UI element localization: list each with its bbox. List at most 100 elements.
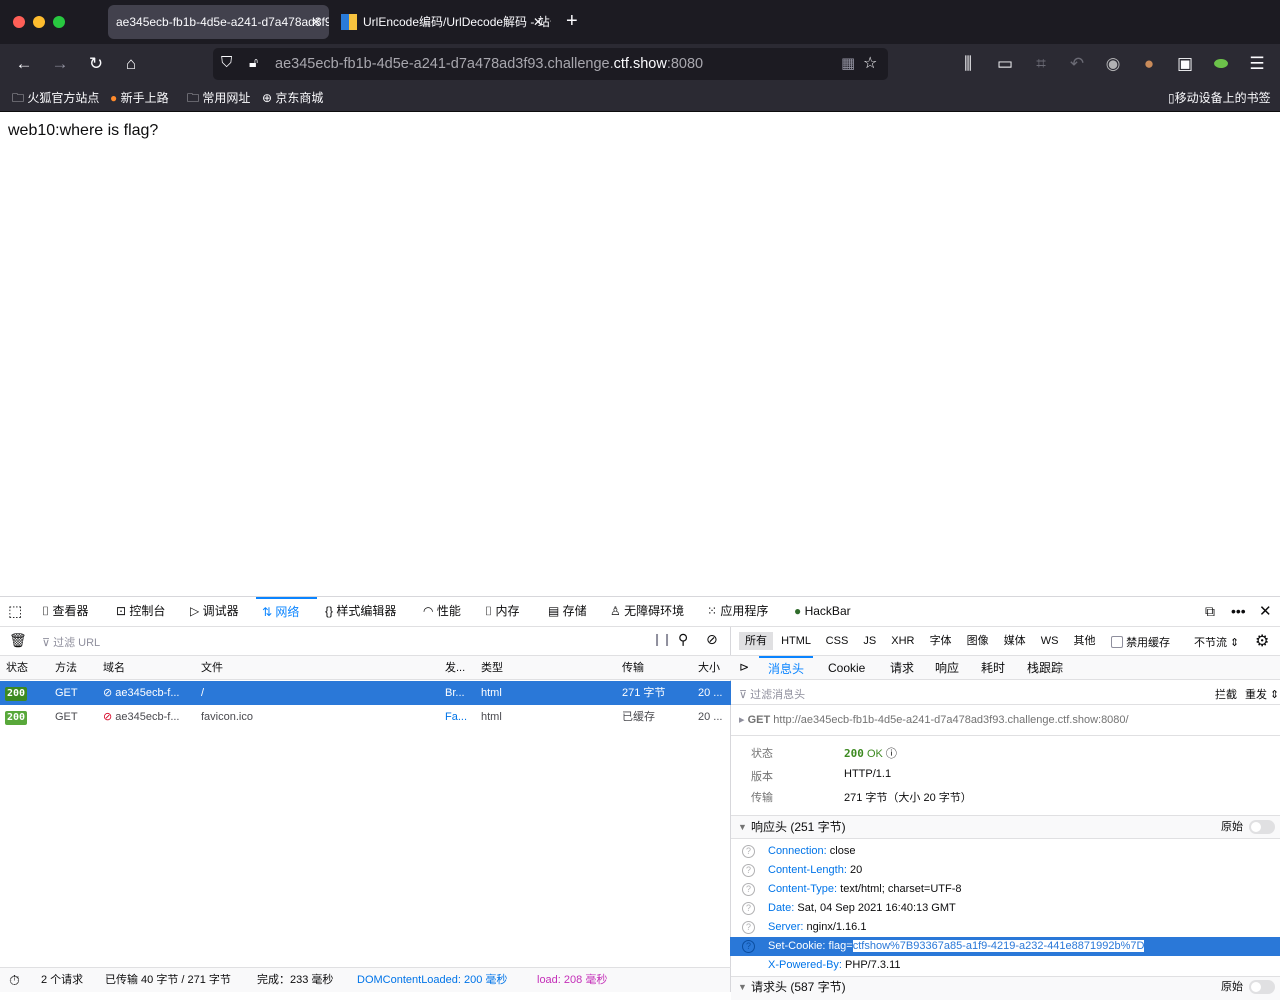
extension-circle-icon[interactable]: ◉ — [1101, 52, 1125, 76]
more-options-icon[interactable]: ••• — [1231, 597, 1246, 626]
col-file[interactable]: 文件 — [201, 656, 223, 680]
mobile-bookmarks[interactable]: ▯移动设备上的书签 — [1168, 84, 1271, 112]
throttle-select[interactable]: 不节流 ⇕ — [1194, 634, 1239, 650]
request-row[interactable]: 200 GET ⊘ ae345ecb-f... favicon.ico Fa..… — [0, 705, 731, 729]
filter-html[interactable]: HTML — [781, 635, 811, 647]
sidebar-icon[interactable]: ▭ — [993, 52, 1017, 76]
col-domain[interactable]: 域名 — [103, 656, 125, 680]
tab-performance[interactable]: ◠ 性能 — [423, 597, 461, 626]
close-tab-icon[interactable]: ✕ — [533, 5, 543, 39]
maximize-window-button[interactable] — [53, 16, 65, 28]
close-devtools-icon[interactable]: ✕ — [1259, 597, 1272, 626]
filter-media[interactable]: 媒体 — [1004, 635, 1026, 647]
bookmark-star-icon[interactable]: ☆ — [863, 53, 877, 73]
filter-ws[interactable]: WS — [1041, 635, 1059, 647]
filter-fonts[interactable]: 字体 — [930, 635, 952, 647]
cookie-icon[interactable]: ● — [1137, 52, 1161, 76]
tab-style-editor[interactable]: {} 样式编辑器 — [325, 597, 396, 626]
crop-icon[interactable]: ⌗ — [1029, 52, 1053, 76]
header-row[interactable]: ? Connection: close — [730, 842, 1280, 861]
filter-all[interactable]: 所有 — [739, 632, 773, 650]
reload-icon[interactable]: ↻ — [84, 52, 108, 76]
header-row[interactable]: ? Content-Type: text/html; charset=UTF-8 — [730, 880, 1280, 899]
col-method[interactable]: 方法 — [55, 656, 77, 680]
pause-icon[interactable]: ❙❙ — [652, 632, 672, 646]
disable-cache-checkbox[interactable]: 禁用缓存 — [1111, 634, 1170, 650]
header-row-set-cookie[interactable]: ? Set-Cookie: flag=ctfshow%7B93367a85-a1f… — [730, 937, 1280, 956]
request-line[interactable]: ▸ GET http://ae345ecb-fb1b-4d5e-a241-d7a… — [739, 713, 1129, 726]
stopwatch-icon[interactable]: ⏱︎ — [9, 968, 20, 993]
home-icon[interactable]: ⌂ — [119, 52, 143, 76]
browser-tab-active[interactable]: ae345ecb-fb1b-4d5e-a241-d7a478ad3f93.cha… — [108, 5, 329, 39]
detail-tab-stack-trace[interactable]: 栈跟踪 — [1027, 656, 1063, 680]
request-row[interactable]: 200 GET ⊘ ae345ecb-f... / Br... html 271… — [0, 681, 731, 705]
tab-memory[interactable]: ⌷ 内存 — [485, 597, 520, 626]
tab-debugger[interactable]: ▷ 调试器 — [190, 597, 239, 626]
tab-inspector[interactable]: ⌷ 查看器 — [42, 597, 89, 626]
filter-url-input[interactable]: ⊽ 过滤 URL — [42, 634, 100, 650]
tab-console[interactable]: ⊡ 控制台 — [116, 597, 165, 626]
undo-icon[interactable]: ↶ — [1065, 52, 1089, 76]
col-size[interactable]: 大小 — [698, 656, 720, 680]
detail-tab-response[interactable]: 响应 — [935, 656, 959, 680]
col-status[interactable]: 状态 — [6, 656, 28, 680]
resend-button[interactable]: 重发 ⇕ — [1245, 686, 1279, 702]
request-headers-section[interactable]: ▼ 请求头 (587 字节) 原始 — [731, 976, 1280, 1000]
header-row[interactable]: ? Server: nginx/1.16.1 — [730, 918, 1280, 937]
header-row[interactable]: X-Powered-By: PHP/7.3.11 — [730, 956, 1280, 975]
new-tab-button[interactable]: + — [566, 10, 578, 33]
close-window-button[interactable] — [13, 16, 25, 28]
element-picker-icon[interactable]: ⬚ — [8, 597, 22, 626]
browser-tab[interactable]: UrlEncode编码/UrlDecode解码 - 站长工具 ✕ — [333, 5, 551, 39]
back-icon[interactable]: ← — [12, 52, 36, 76]
bookmark-item[interactable]: 🗀︎ 火狐官方站点 — [12, 84, 99, 112]
detail-tab-timings[interactable]: 耗时 — [981, 656, 1005, 680]
tab-network[interactable]: ⇅ 网络 — [256, 597, 317, 626]
clear-trash-icon[interactable]: 🗑︎ — [9, 632, 27, 649]
js-toggle-icon[interactable]: ⬬ — [1209, 52, 1233, 76]
extension-box-icon[interactable]: ▣ — [1173, 52, 1197, 76]
col-initiator[interactable]: 发... — [445, 656, 465, 680]
response-headers-section[interactable]: ▼ 响应头 (251 字节) 原始 — [731, 815, 1280, 839]
detail-tab-headers[interactable]: 消息头 — [759, 656, 813, 680]
block-icon[interactable]: ⊘ — [706, 631, 718, 648]
raw-toggle[interactable] — [1249, 980, 1275, 994]
menu-icon[interactable]: ☰ — [1245, 52, 1269, 76]
filter-css[interactable]: CSS — [826, 635, 849, 647]
filter-headers-input[interactable]: ⊽ 过滤消息头 — [739, 686, 805, 702]
tab-storage[interactable]: ▤ 存储 — [548, 597, 587, 626]
raw-toggle[interactable] — [1249, 820, 1275, 834]
block-button[interactable]: 拦截 — [1215, 686, 1237, 702]
tab-accessibility[interactable]: ♙ 无障碍环境 — [610, 597, 684, 626]
settings-gear-icon[interactable]: ⚙ — [1255, 631, 1269, 651]
help-icon[interactable]: ⓘ — [886, 748, 897, 760]
col-type[interactable]: 类型 — [481, 656, 503, 680]
shield-icon[interactable]: ⛉ — [221, 54, 232, 71]
forward-icon[interactable]: → — [48, 52, 72, 76]
detail-tab-request[interactable]: 请求 — [890, 656, 914, 680]
search-icon[interactable]: ⚲ — [678, 631, 688, 648]
detail-tab-cookies[interactable]: Cookie — [828, 656, 865, 680]
library-icon[interactable]: ⫼ — [956, 52, 980, 76]
filter-other[interactable]: 其他 — [1074, 635, 1096, 647]
filter-images[interactable]: 图像 — [967, 635, 989, 647]
close-tab-icon[interactable]: ✕ — [311, 5, 321, 39]
bookmark-item[interactable]: 🗀︎ 常用网址 — [187, 84, 250, 112]
status-value: 200 OK ⓘ — [844, 747, 897, 760]
bookmark-item[interactable]: ⊕ 京东商城 — [262, 84, 323, 112]
tab-hackbar[interactable]: ● HackBar — [794, 597, 851, 626]
tab-application[interactable]: ⁙ 应用程序 — [707, 597, 768, 626]
bookmark-item[interactable]: ● 新手上路 — [110, 84, 169, 112]
url-text[interactable]: ae345ecb-fb1b-4d5e-a241-d7a478ad3f93.cha… — [275, 48, 703, 80]
insecure-lock-icon[interactable]: 🔓︎ — [249, 54, 258, 71]
filter-xhr[interactable]: XHR — [891, 635, 914, 647]
filter-js[interactable]: JS — [863, 635, 876, 647]
url-bar[interactable]: ⛉ 🔓︎ ae345ecb-fb1b-4d5e-a241-d7a478ad3f9… — [213, 48, 888, 80]
dock-icon[interactable]: ⧉ — [1205, 597, 1215, 626]
header-row[interactable]: ? Date: Sat, 04 Sep 2021 16:40:13 GMT — [730, 899, 1280, 918]
col-transfer[interactable]: 传输 — [622, 656, 644, 680]
minimize-window-button[interactable] — [33, 16, 45, 28]
toggle-sidebar-icon[interactable]: ⊳ — [739, 660, 749, 674]
qr-code-icon[interactable]: ▦ — [841, 54, 855, 72]
header-row[interactable]: ? Content-Length: 20 — [730, 861, 1280, 880]
